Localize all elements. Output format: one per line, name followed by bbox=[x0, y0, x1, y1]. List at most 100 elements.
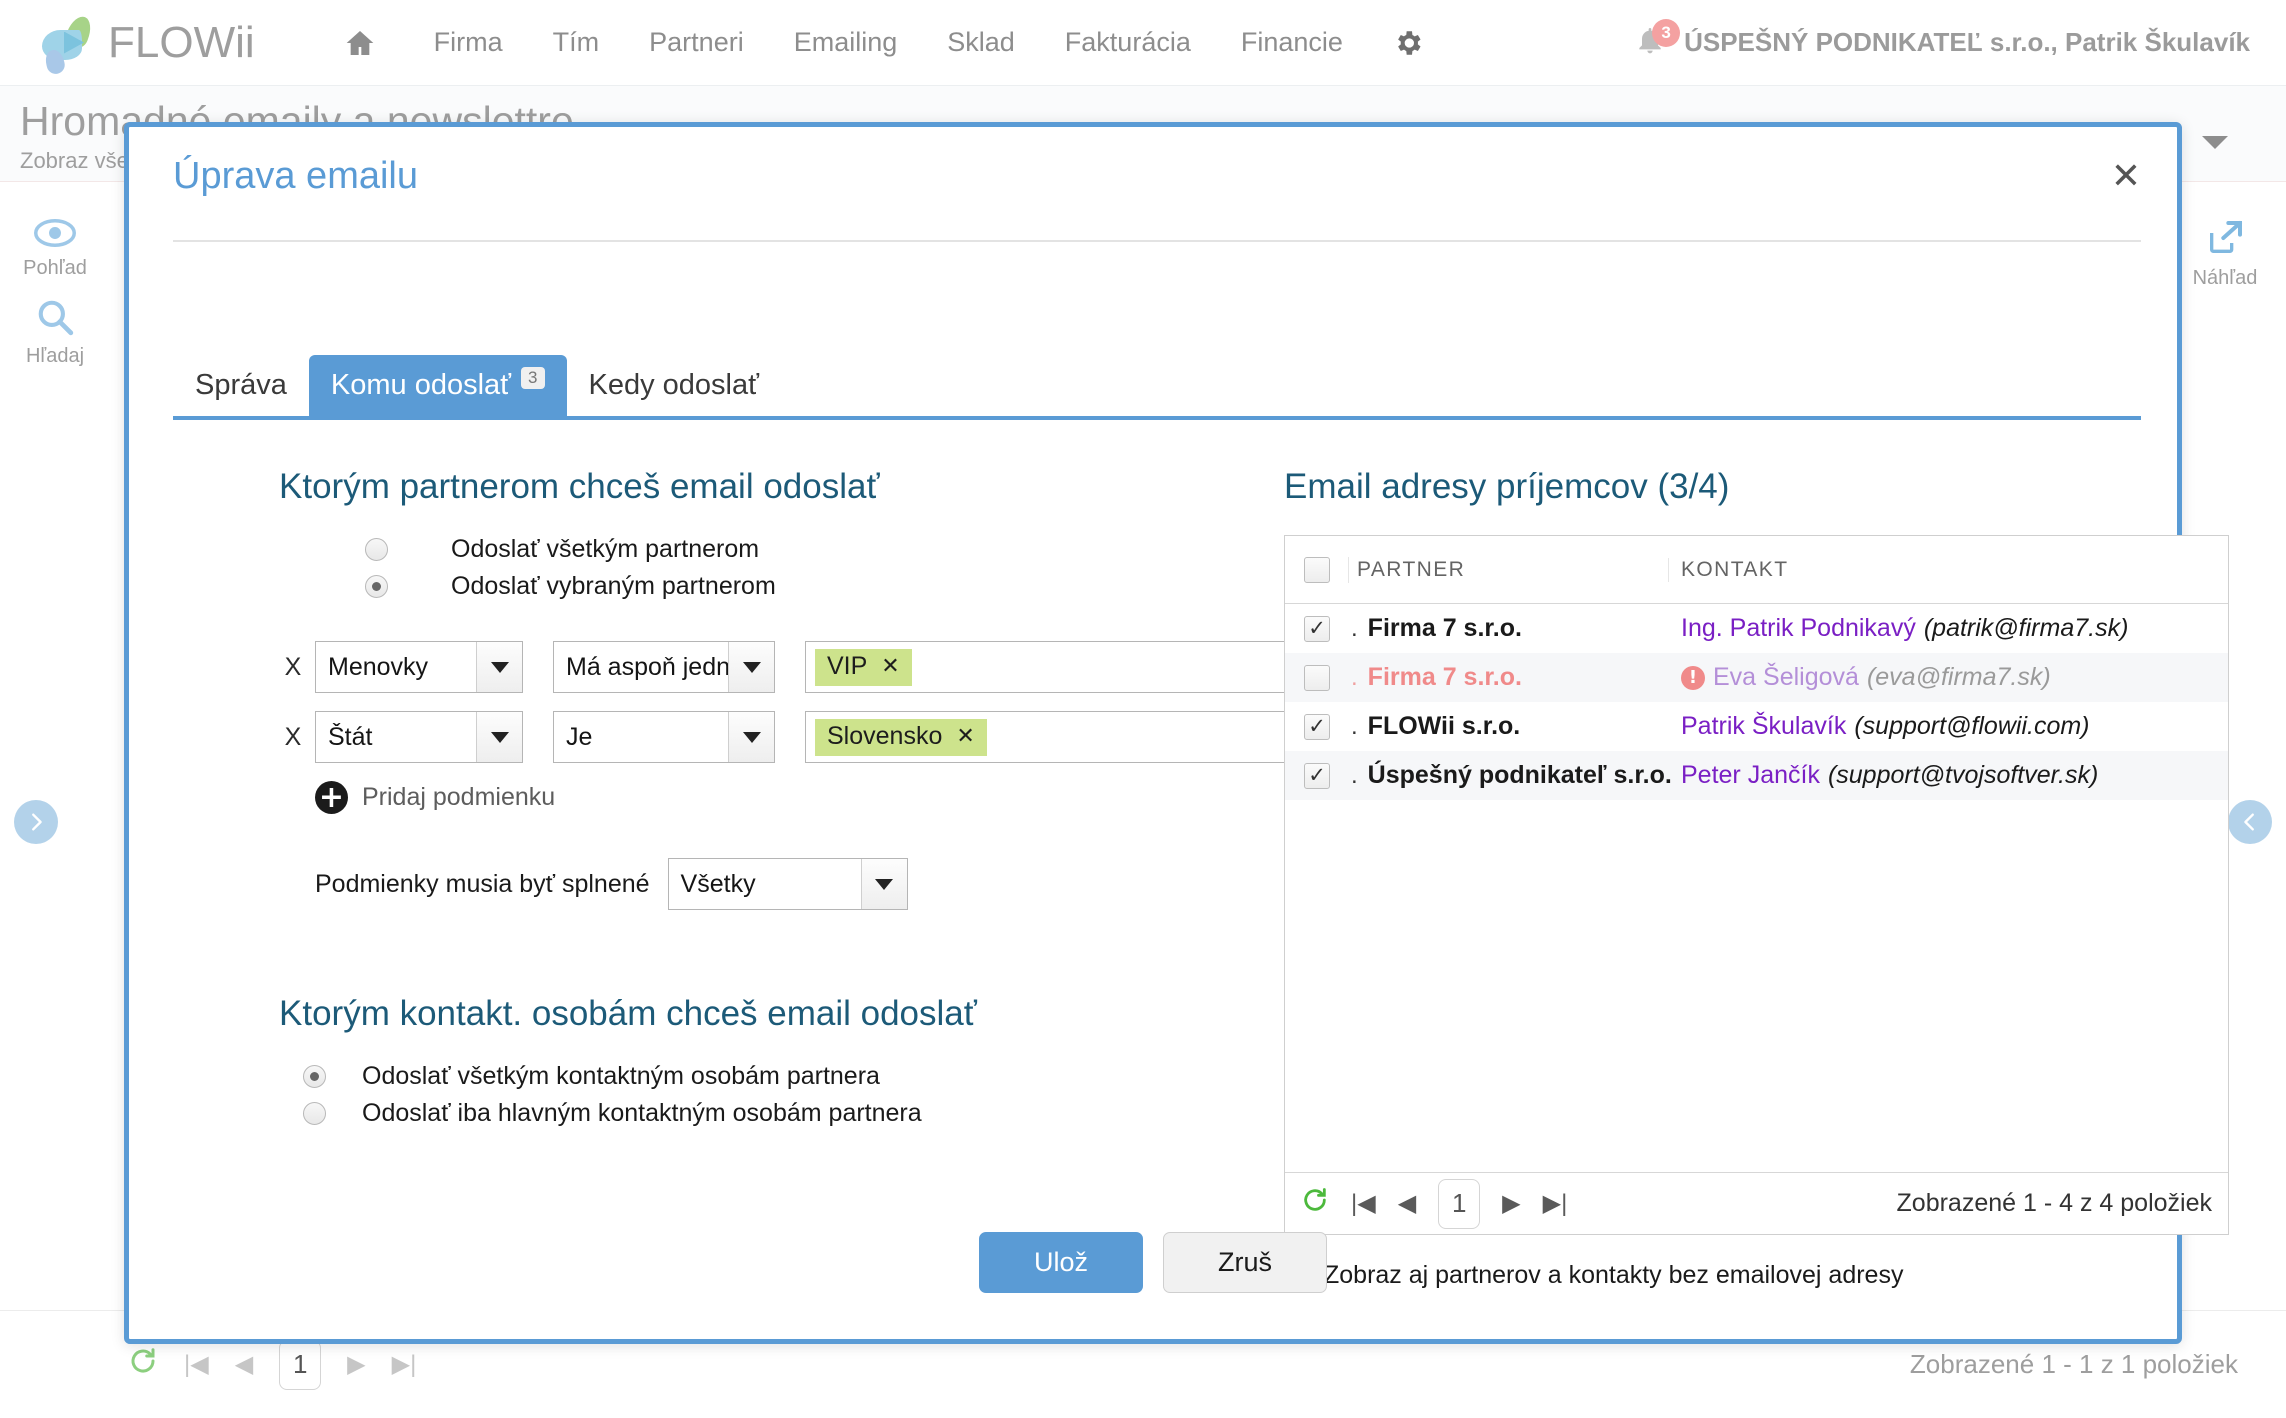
conditions-match-select[interactable]: Všetky bbox=[667, 858, 908, 910]
nav-item-financie[interactable]: Financie bbox=[1216, 27, 1368, 58]
row-checkbox-cell bbox=[1285, 664, 1349, 691]
gear-icon[interactable] bbox=[1392, 27, 1424, 59]
column-header-kontakt[interactable]: KONTAKT bbox=[1669, 558, 2228, 582]
row-partner-name: FLOWii s.r.o. bbox=[1367, 712, 1521, 740]
pagination-page-input[interactable]: 1 bbox=[1438, 1178, 1481, 1229]
condition-operator-select[interactable]: Má aspoň jednu bbox=[553, 641, 775, 693]
cancel-button[interactable]: Zruš bbox=[1163, 1232, 1327, 1293]
brand-name: FLOWii bbox=[108, 17, 255, 67]
edit-email-modal: Úprava emailu ✕ Správa Komu odoslať 3 Ke… bbox=[124, 122, 2229, 1344]
row-checkbox[interactable] bbox=[1304, 713, 1330, 740]
tab-kedy-odoslat[interactable]: Kedy odoslať bbox=[567, 355, 782, 416]
radio-odoslat-vybranym-partnerom[interactable]: Odoslať vybraným partnerom bbox=[365, 572, 1309, 601]
pagination-next-button[interactable]: ▶ bbox=[1502, 1189, 1520, 1218]
sidebar-item-pohlad[interactable]: Pohľad bbox=[0, 218, 110, 280]
row-contact-name[interactable]: Peter Jančík bbox=[1681, 761, 1820, 790]
notification-badge: 3 bbox=[1652, 18, 1681, 47]
row-contact-name[interactable]: Ing. Patrik Podnikavý bbox=[1681, 614, 1916, 643]
pagination-page-input[interactable]: 1 bbox=[279, 1339, 322, 1390]
pagination-first-button[interactable]: |◀ bbox=[184, 1350, 209, 1379]
condition-field-select[interactable]: Menovky bbox=[315, 641, 523, 693]
row-contact-name[interactable]: Patrik Škulavík bbox=[1681, 712, 1846, 741]
panel-collapse-left-icon[interactable] bbox=[2228, 800, 2272, 844]
top-navigation-bar: FLOWii Firma Tím Partneri Emailing Sklad… bbox=[0, 0, 2286, 86]
radio-vsetkym-kontaktnym-osobam[interactable]: Odoslať všetkým kontaktným osobám partne… bbox=[303, 1062, 1309, 1091]
row-checkbox-cell bbox=[1285, 615, 1349, 642]
refresh-icon[interactable] bbox=[128, 1346, 158, 1383]
radio-iba-hlavnym-kontaktnym-osobam[interactable]: Odoslať iba hlavným kontaktným osobám pa… bbox=[303, 1099, 1309, 1128]
tag-remove-icon[interactable]: ✕ bbox=[881, 654, 899, 679]
sidebar-item-nahlad[interactable]: Náhľad bbox=[2164, 218, 2286, 290]
tab-komu-odoslat-label: Komu odoslať bbox=[330, 369, 512, 401]
user-area[interactable]: 3 ÚSPEŠNÝ PODNIKATEĽ s.r.o., Patrik Škul… bbox=[1634, 18, 2250, 63]
table-row[interactable]: . Firma 7 s.r.o. ! Eva Šeligová (eva@fir… bbox=[1285, 653, 2228, 702]
row-dot-marker: . bbox=[1351, 761, 1358, 789]
tab-sprava[interactable]: Správa bbox=[173, 355, 309, 416]
tab-komu-odoslat-badge: 3 bbox=[521, 367, 545, 389]
condition-value-taginput[interactable]: VIP ✕ bbox=[805, 641, 1309, 693]
nav-item-emailing[interactable]: Emailing bbox=[769, 27, 923, 58]
nav-item-sklad[interactable]: Sklad bbox=[922, 27, 1040, 58]
row-checkbox[interactable] bbox=[1304, 615, 1330, 642]
row-partner-cell: . FLOWii s.r.o. bbox=[1349, 712, 1669, 741]
tag-chip-label: VIP bbox=[827, 651, 868, 680]
row-partner-cell: . Firma 7 s.r.o. bbox=[1349, 614, 1669, 643]
partners-section-heading: Ktorým partnerom chceš email odoslať bbox=[279, 467, 880, 506]
add-condition-button[interactable]: + Pridaj podmienku bbox=[315, 781, 1309, 814]
chevron-down-icon[interactable] bbox=[2202, 136, 2228, 149]
table-row[interactable]: . Úspešný podnikateľ s.r.o. Peter Jančík… bbox=[1285, 751, 2228, 800]
select-all-checkbox[interactable] bbox=[1303, 556, 1330, 583]
tab-komu-odoslat[interactable]: Komu odoslať 3 bbox=[308, 355, 567, 416]
pagination-last-button[interactable]: ▶| bbox=[1543, 1189, 1568, 1218]
home-icon[interactable] bbox=[337, 23, 383, 63]
search-icon bbox=[38, 300, 74, 336]
tag-remove-icon[interactable]: ✕ bbox=[956, 724, 974, 749]
contacts-section-heading: Ktorým kontakt. osobám chceš email odosl… bbox=[279, 994, 977, 1033]
panel-expand-right-icon[interactable] bbox=[14, 800, 58, 844]
tab-sprava-label: Správa bbox=[195, 369, 287, 401]
pagination-first-button[interactable]: |◀ bbox=[1351, 1189, 1376, 1218]
pagination-prev-button[interactable]: ◀ bbox=[235, 1350, 253, 1379]
pagination-prev-button[interactable]: ◀ bbox=[1398, 1189, 1416, 1218]
row-contact-name[interactable]: Eva Šeligová bbox=[1713, 663, 1859, 692]
row-checkbox[interactable] bbox=[1304, 664, 1330, 691]
modal-title: Úprava emailu bbox=[173, 155, 418, 197]
app-root: FLOWii Firma Tím Partneri Emailing Sklad… bbox=[0, 0, 2286, 1418]
row-contact-email: (eva@firma7.sk) bbox=[1866, 663, 2051, 691]
close-icon[interactable]: ✕ bbox=[2111, 159, 2141, 195]
row-checkbox[interactable] bbox=[1304, 762, 1330, 789]
sidebar-item-hladaj[interactable]: Hľadaj bbox=[0, 298, 110, 368]
row-dot-marker: . bbox=[1351, 712, 1358, 740]
nav-item-fakturacia[interactable]: Fakturácia bbox=[1040, 27, 1216, 58]
pagination-last-button[interactable]: ▶| bbox=[392, 1350, 417, 1379]
radio-iba-hlavnym-kontaktnym-osobam-label: Odoslať iba hlavným kontaktným osobám pa… bbox=[362, 1099, 922, 1127]
chevron-down-icon bbox=[728, 712, 774, 762]
brand-logo[interactable]: FLOWii bbox=[38, 12, 255, 76]
condition-field-select[interactable]: Štát bbox=[315, 711, 523, 763]
sidebar-item-pohlad-label: Pohľad bbox=[23, 257, 87, 279]
contact-target-radio-group: Odoslať všetkým kontaktným osobám partne… bbox=[303, 1062, 1309, 1128]
condition-operator-select[interactable]: Je bbox=[553, 711, 775, 763]
conditions-match-label: Podmienky musia byť splnené bbox=[315, 869, 650, 898]
bell-icon[interactable]: 3 bbox=[1634, 18, 1681, 63]
pagination-next-button[interactable]: ▶ bbox=[347, 1350, 365, 1379]
condition-value-taginput[interactable]: Slovensko ✕ bbox=[805, 711, 1309, 763]
nav-item-tim[interactable]: Tím bbox=[528, 27, 625, 58]
nav-item-partneri[interactable]: Partneri bbox=[624, 27, 769, 58]
refresh-icon[interactable] bbox=[1301, 1186, 1329, 1221]
tab-kedy-odoslat-label: Kedy odoslať bbox=[588, 369, 760, 401]
nav-item-firma[interactable]: Firma bbox=[409, 27, 528, 58]
tag-chip: VIP ✕ bbox=[815, 648, 912, 686]
save-button[interactable]: Ulož bbox=[979, 1232, 1143, 1293]
table-row[interactable]: . FLOWii s.r.o. Patrik Škulavík (support… bbox=[1285, 702, 2228, 751]
row-partner-name: Firma 7 s.r.o. bbox=[1367, 663, 1522, 691]
chevron-down-icon bbox=[476, 642, 522, 692]
column-header-partner[interactable]: PARTNER bbox=[1349, 557, 1669, 582]
row-contact-cell: Peter Jančík (support@tvojsoftver.sk) bbox=[1669, 761, 2228, 790]
radio-odoslat-vsetkym-partnerom[interactable]: Odoslať všetkým partnerom bbox=[365, 535, 1309, 564]
table-row[interactable]: . Firma 7 s.r.o. Ing. Patrik Podnikavý (… bbox=[1285, 604, 2228, 653]
external-link-icon bbox=[2210, 221, 2242, 253]
remove-condition-button[interactable]: X bbox=[279, 723, 307, 752]
remove-condition-button[interactable]: X bbox=[279, 653, 307, 682]
conditions-match-value: Všetky bbox=[680, 869, 756, 898]
